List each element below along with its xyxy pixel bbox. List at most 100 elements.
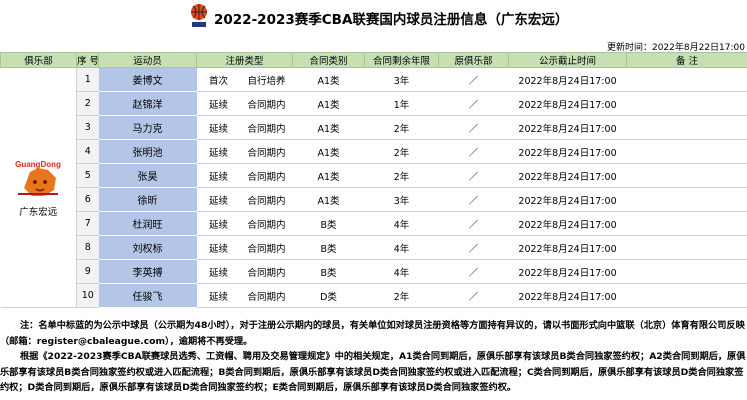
row-number: 4 [76, 139, 99, 164]
player-name: 姜博文 [98, 67, 197, 92]
note-paragraph: 根据《2022-2023赛季CBA联赛球员选秀、工资帽、聘用及交易管理规定》中的… [0, 351, 746, 393]
row-number: 9 [76, 259, 99, 284]
publicity-deadline: 2022年8月24日17:00 [508, 163, 627, 188]
original-club: ／ [438, 139, 509, 164]
notes-section: 注：名单中标蓝的为公示中球员（公示期为48小时），对于注册公示期内的球员，有关单… [0, 318, 747, 396]
table-row: 9 李英搏 延续 合同期内 B类 4年／ 2022年8月24日17:00 [1, 259, 747, 284]
publicity-deadline: 2022年8月24日17:00 [508, 67, 627, 92]
registration-detail: 合同期内 [240, 115, 293, 140]
row-number: 10 [76, 283, 99, 308]
cba-logo-icon [191, 4, 207, 27]
registration-detail: 合同期内 [240, 211, 293, 236]
player-name: 刘权标 [98, 235, 197, 260]
registration-detail: 合同期内 [240, 187, 293, 212]
contract-category: B类 [292, 211, 365, 236]
player-name: 马力克 [98, 115, 197, 140]
registration-kind: 延续 [196, 259, 241, 284]
registration-kind: 延续 [196, 187, 241, 212]
registration-detail: 合同期内 [240, 91, 293, 116]
registration-detail: 合同期内 [240, 139, 293, 164]
registration-kind: 延续 [196, 283, 241, 308]
registration-detail: 合同期内 [240, 283, 293, 308]
contract-years: 4年 [364, 259, 439, 284]
registration-kind: 延续 [196, 163, 241, 188]
col-remarks: 备 注 [626, 52, 747, 68]
contract-years: 2年 [364, 139, 439, 164]
table-row: 6 徐昕 延续 合同期内 A1类 3年／ 2022年8月24日17:00 [1, 187, 747, 212]
original-club: ／ [438, 283, 509, 308]
table-row: 5 张昊 延续 合同期内 A1类 2年／ 2022年8月24日17:00 [1, 163, 747, 188]
club-logo-icon: GuangDong [15, 160, 61, 196]
registration-detail: 合同期内 [240, 235, 293, 260]
player-name: 赵锦洋 [98, 91, 197, 116]
table-row: GuangDong 广东宏远 1 姜博文 首次 自行培养 A1类 3年／ 2022年8月24日1… [0, 67, 747, 308]
contract-category: A1类 [292, 139, 365, 164]
remarks [626, 91, 747, 116]
club-cell: GuangDong 广东宏远 [0, 67, 77, 308]
registration-detail: 自行培养 [240, 67, 293, 92]
contract-category: A1类 [292, 67, 365, 92]
contract-category: B类 [292, 235, 365, 260]
contract-years: 2年 [364, 115, 439, 140]
contract-years: 2年 [364, 163, 439, 188]
remarks [626, 67, 747, 92]
contract-category: A1类 [292, 187, 365, 212]
table-row: 3 马力克 延续 合同期内 A1类 2年／ 2022年8月24日17:00 [1, 115, 747, 140]
original-club: ／ [438, 115, 509, 140]
registration-table: 俱乐部 序 号 运动员 注册类型 合同类别 合同剩余年限 原俱乐部 公示截止时间… [0, 52, 747, 308]
contract-category: B类 [292, 259, 365, 284]
contract-years: 3年 [364, 187, 439, 212]
contract-category: A1类 [292, 115, 365, 140]
player-name: 杜润旺 [98, 211, 197, 236]
player-name: 张昊 [98, 163, 197, 188]
registration-kind: 首次 [196, 67, 241, 92]
registration-kind: 延续 [196, 211, 241, 236]
remarks [626, 283, 747, 308]
table-row: 4 张明池 延续 合同期内 A1类 2年／ 2022年8月24日17:00 [1, 139, 747, 164]
registration-detail: 合同期内 [240, 163, 293, 188]
club-name: 广东宏远 [19, 206, 58, 218]
remarks [626, 259, 747, 284]
registration-kind: 延续 [196, 115, 241, 140]
col-deadline: 公示截止时间 [508, 52, 628, 68]
col-registration-type: 注册类型 [195, 52, 294, 68]
publicity-deadline: 2022年8月24日17:00 [508, 91, 627, 116]
contract-years: 3年 [364, 67, 439, 92]
original-club: ／ [438, 163, 509, 188]
row-number: 2 [76, 91, 99, 116]
table-row: 10 任骏飞 延续 合同期内 D类 2年／ 2022年8月24日17:00 [1, 283, 747, 308]
row-number: 5 [76, 163, 99, 188]
row-number: 8 [76, 235, 99, 260]
publicity-deadline: 2022年8月24日17:00 [508, 235, 627, 260]
col-number: 序 号 [76, 52, 99, 68]
player-name: 李英搏 [98, 259, 197, 284]
player-name: 徐昕 [98, 187, 197, 212]
original-club: ／ [438, 235, 509, 260]
remarks [626, 139, 747, 164]
club-logo-text: GuangDong [15, 160, 61, 169]
publicity-deadline: 2022年8月24日17:00 [508, 187, 627, 212]
original-club: ／ [438, 91, 509, 116]
table-body: GuangDong 广东宏远 1 姜博文 首次 自行培养 A1类 3年／ 2022年8月24日1… [0, 67, 747, 308]
publicity-deadline: 2022年8月24日17:00 [508, 115, 627, 140]
table-row: 7 杜润旺 延续 合同期内 B类 4年／ 2022年8月24日17:00 [1, 211, 747, 236]
table-row: 2 赵锦洋 延续 合同期内 A1类 1年／ 2022年8月24日17:00 [1, 91, 747, 116]
publicity-deadline: 2022年8月24日17:00 [508, 211, 627, 236]
row-number: 6 [76, 187, 99, 212]
publicity-deadline: 2022年8月24日17:00 [508, 139, 627, 164]
remarks [626, 163, 747, 188]
publicity-deadline: 2022年8月24日17:00 [508, 259, 627, 284]
remarks [626, 115, 747, 140]
remarks [626, 211, 747, 236]
original-club: ／ [438, 211, 509, 236]
registration-detail: 合同期内 [240, 259, 293, 284]
contract-category: A1类 [292, 163, 365, 188]
player-name: 任骏飞 [98, 283, 197, 308]
contract-category: A1类 [292, 91, 365, 116]
remarks [626, 235, 747, 260]
row-number: 1 [76, 67, 99, 92]
contract-years: 1年 [364, 91, 439, 116]
table-row: 8 刘权标 延续 合同期内 B类 4年／ 2022年8月24日17:00 [1, 235, 747, 260]
publicity-deadline: 2022年8月24日17:00 [508, 283, 627, 308]
registration-kind: 延续 [196, 91, 241, 116]
